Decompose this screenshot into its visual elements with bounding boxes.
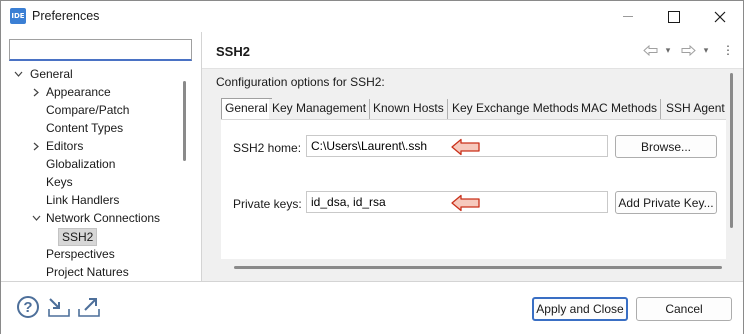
tab-known-hosts[interactable]: Known Hosts — [370, 99, 448, 119]
chevron-down-icon[interactable] — [13, 65, 23, 83]
preferences-tree: General Appearance Compare/Patch Content… — [1, 64, 191, 281]
tree-item-label: Content Types — [46, 121, 124, 135]
chevron-down-icon[interactable] — [31, 209, 41, 227]
filter-input[interactable] — [9, 39, 192, 61]
tree-item-label: Keys — [46, 175, 73, 189]
apply-and-close-button[interactable]: Apply and Close — [532, 297, 628, 321]
tree-item-label: Perspectives — [46, 247, 115, 261]
tree-item-label: Link Handlers — [46, 193, 120, 207]
title-bar: IDE Preferences — [1, 1, 743, 32]
import-icon[interactable] — [47, 295, 71, 319]
arrow-left-icon — [451, 138, 480, 156]
ssh2-home-label: SSH2 home: — [233, 141, 302, 155]
tab-key-exchange-methods[interactable]: Key Exchange Methods — [449, 99, 583, 119]
arrow-left-icon — [451, 194, 480, 212]
tab-mac-methods[interactable]: MAC Methods — [578, 99, 662, 119]
tree-scrollbar-thumb[interactable] — [183, 81, 186, 161]
close-icon — [714, 11, 726, 22]
forward-arrow-icon[interactable] — [680, 41, 696, 59]
tree-item-label: Compare/Patch — [46, 103, 130, 117]
preferences-window: IDE Preferences General Appearance Compa… — [0, 0, 744, 334]
page-header: SSH2 ▾ ▾ ⋮ — [202, 32, 743, 69]
tab-key-management[interactable]: Key Management — [269, 99, 371, 119]
browse-button[interactable]: Browse... — [615, 135, 717, 158]
tree-item-label: General — [30, 67, 73, 81]
view-menu-icon[interactable]: ⋮ — [720, 41, 736, 59]
footer: ? Apply and Close Cancel — [1, 282, 743, 334]
window-title: Preferences — [32, 9, 100, 23]
close-button[interactable] — [697, 1, 743, 32]
tree-item-label: Network Connections — [46, 211, 161, 225]
tree-item-label: Editors — [46, 139, 84, 153]
forward-menu-icon[interactable]: ▾ — [698, 41, 714, 59]
tab-ssh-agent[interactable]: SSH Agent — [663, 99, 728, 119]
back-menu-icon[interactable]: ▾ — [660, 41, 676, 59]
page-title: SSH2 — [216, 44, 250, 59]
maximize-button[interactable] — [651, 1, 697, 32]
tab-general[interactable]: General — [221, 98, 272, 120]
general-tab-panel: SSH2 home: Browse... Private keys: Add P… — [221, 119, 726, 259]
export-icon[interactable] — [77, 295, 101, 319]
content-vertical-scrollbar-thumb[interactable] — [730, 73, 733, 228]
tree-item-label: Appearance — [46, 85, 111, 99]
add-private-key-button[interactable]: Add Private Key... — [615, 191, 717, 214]
chevron-right-icon[interactable] — [31, 83, 41, 101]
minimize-button[interactable] — [605, 1, 651, 32]
private-keys-label: Private keys: — [233, 197, 302, 211]
help-icon[interactable]: ? — [17, 296, 39, 318]
tree-item-label: Globalization — [46, 157, 116, 171]
tree-item-label: Project Natures — [46, 265, 129, 279]
back-arrow-icon[interactable] — [642, 41, 658, 59]
content-horizontal-scrollbar-thumb[interactable] — [234, 266, 722, 269]
page-description: Configuration options for SSH2: — [216, 75, 385, 89]
tree-item-label: SSH2 — [58, 228, 98, 246]
page-content: Configuration options for SSH2: General … — [202, 69, 743, 281]
chevron-right-icon[interactable] — [31, 137, 41, 155]
app-icon: IDE — [10, 8, 26, 24]
cancel-button[interactable]: Cancel — [636, 297, 732, 321]
